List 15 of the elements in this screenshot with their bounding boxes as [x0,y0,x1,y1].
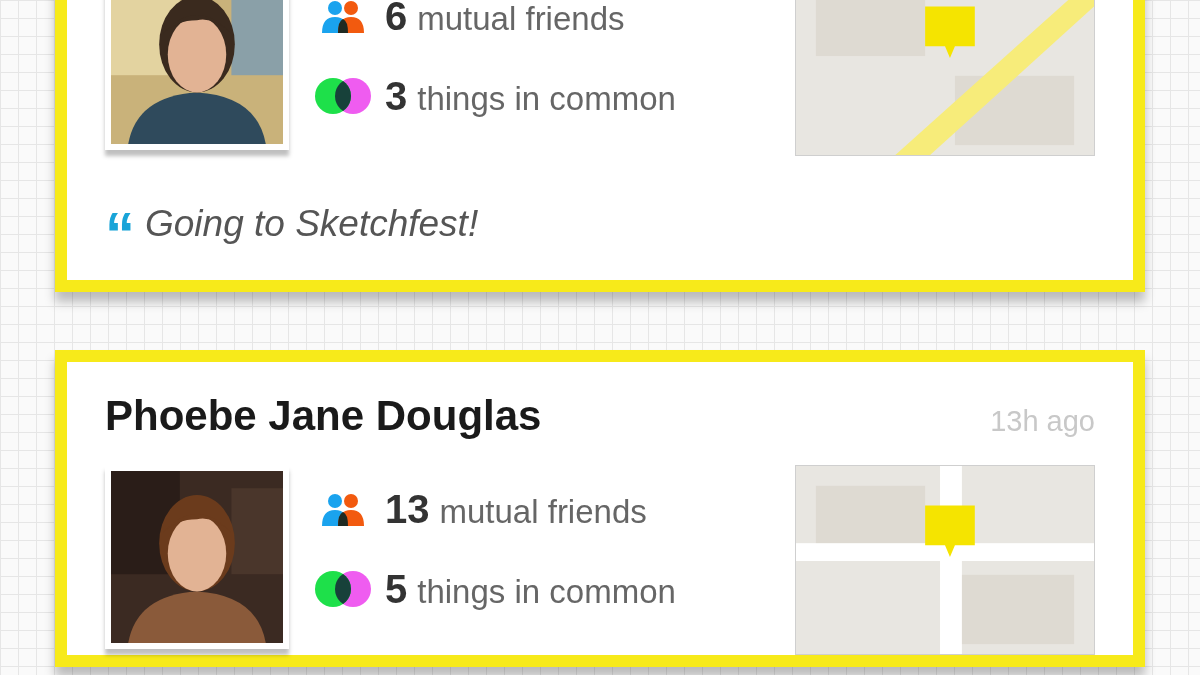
people-icon [322,0,364,33]
stat-label: mutual friends [417,2,625,35]
stat-label: things in common [417,82,676,115]
count: 5 [385,569,408,609]
count: 6 [385,0,408,36]
stat-label: things in common [417,575,676,608]
people-icon [322,492,364,526]
venn-icon [314,77,372,115]
person-name: Phoebe Jane Douglas [105,390,542,441]
status-quote: Going to Sketchfest! [145,202,479,246]
count: 13 [385,489,430,529]
quote-icon: “ [105,198,135,249]
count: 3 [385,76,408,116]
stat-label: mutual friends [439,495,647,528]
venn-icon [314,570,372,608]
